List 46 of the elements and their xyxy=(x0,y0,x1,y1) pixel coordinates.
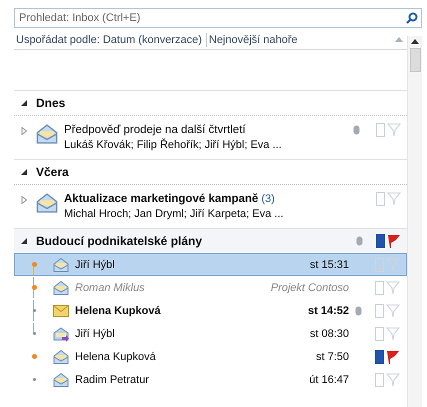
open-envelope-icon xyxy=(53,256,69,272)
attachment-icon xyxy=(352,125,360,135)
sender-name: Jiří Hýbl xyxy=(75,258,116,270)
attachment-icon xyxy=(354,306,362,316)
conversation-participants: Michal Hroch; Jan Dryml; Jiří Karpeta; Eva ... xyxy=(64,208,284,220)
conversation-subject[interactable]: Předpověď prodeje na další čtvrtletí xyxy=(64,124,246,136)
message-time: st 14:52 xyxy=(308,304,349,316)
message-time: Projekt Contoso xyxy=(270,282,349,294)
forwarded-envelope-icon xyxy=(53,326,69,342)
conversation-participants: Lukáš Křovák; Filip Řehořík; Jiří Hýbl; Eva ... xyxy=(64,139,283,151)
sender-name: Helena Kupková xyxy=(75,304,162,316)
envelope-icon xyxy=(53,304,69,316)
sender-name: Helena Kupková xyxy=(75,350,157,362)
expand-icon[interactable] xyxy=(20,99,28,107)
sender-name: Radim Petratur xyxy=(75,374,150,386)
expand-icon[interactable] xyxy=(20,237,28,245)
group-label: Budoucí podnikatelské plány xyxy=(36,234,204,248)
group-label: Dnes xyxy=(36,96,66,110)
open-envelope-icon xyxy=(53,372,69,388)
conversation-icon xyxy=(36,192,58,214)
attachment-icon xyxy=(356,236,362,246)
message-time: st 7:50 xyxy=(316,350,349,362)
message-time: út 16:47 xyxy=(309,374,349,386)
flag-icon[interactable] xyxy=(386,350,400,364)
group-header[interactable]: Budoucí podnikatelské plány xyxy=(14,228,407,253)
message-count: (3) xyxy=(261,193,275,205)
scroll-up-icon[interactable] xyxy=(411,39,419,44)
conversation-subject[interactable]: Aktualizace marketingové kampaně xyxy=(64,193,258,205)
sender-name: Jiří Hýbl xyxy=(75,328,116,340)
collapse-arrow-icon[interactable] xyxy=(395,37,403,42)
search-icon[interactable] xyxy=(406,12,418,24)
group-label: Včera xyxy=(36,165,70,179)
sender-name: Roman Miklus xyxy=(75,282,146,294)
open-envelope-icon xyxy=(53,348,69,364)
message-time: st 08:30 xyxy=(310,328,349,340)
search-field[interactable]: Prohledat: Inbox (Ctrl+E) xyxy=(14,8,422,28)
conversation-icon xyxy=(36,123,58,145)
expand-icon[interactable] xyxy=(20,168,28,176)
scrollbar[interactable] xyxy=(407,36,422,407)
category-icon[interactable] xyxy=(375,350,384,364)
flag-icon[interactable] xyxy=(387,234,401,248)
sort-order-button[interactable]: Nejnovější nahoře xyxy=(206,30,302,49)
scroll-thumb[interactable] xyxy=(410,48,420,72)
arrange-by-button[interactable]: Uspořádat podle: Datum (konverzace) xyxy=(14,30,206,49)
open-envelope-icon xyxy=(53,280,69,296)
message-time: st 15:31 xyxy=(310,258,349,270)
